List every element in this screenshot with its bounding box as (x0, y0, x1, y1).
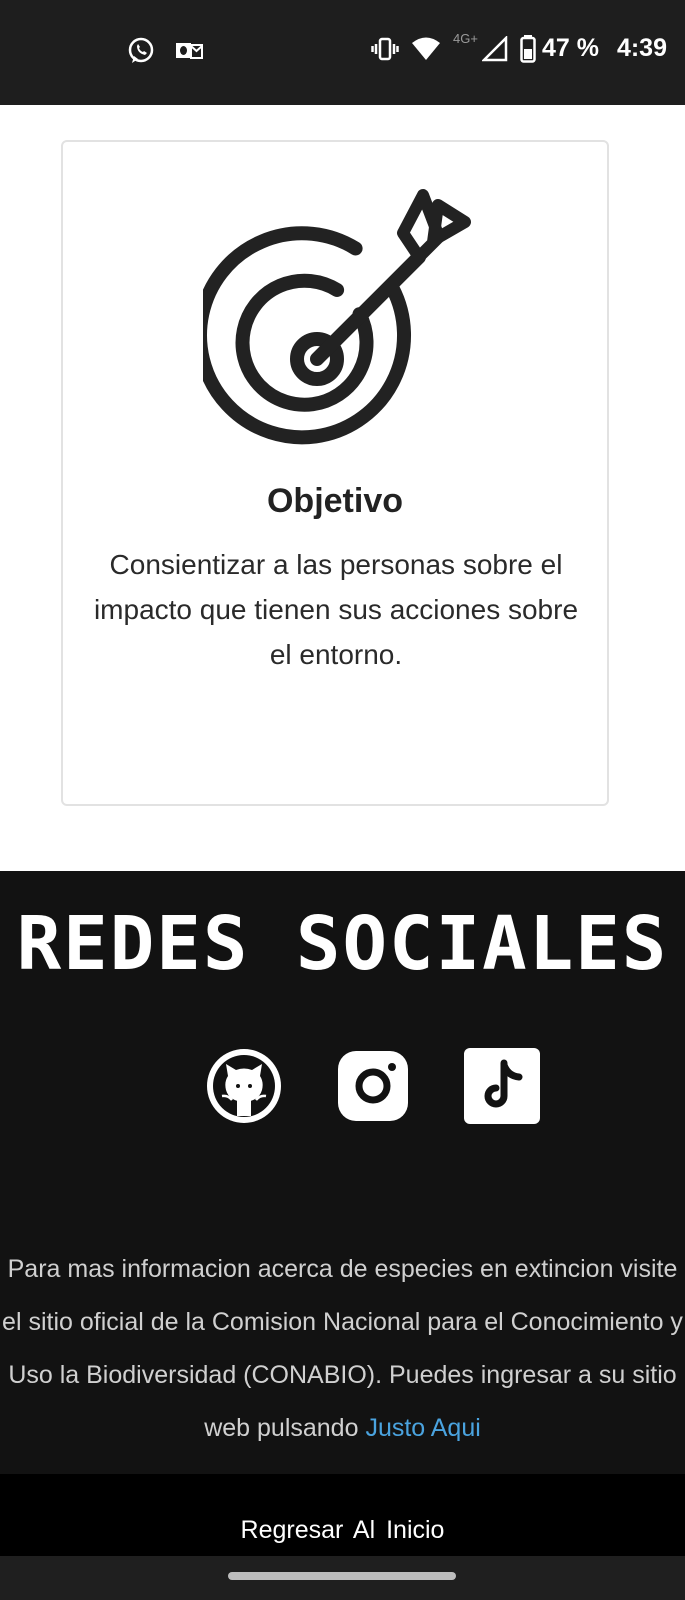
objective-card: Objetivo Consientizar a las personas sob… (61, 140, 609, 806)
tiktok-icon (464, 1048, 540, 1124)
social-heading: REDES SOCIALES (16, 901, 669, 987)
card-title: Objetivo (266, 482, 404, 520)
vibrate-icon (371, 37, 399, 60)
outlook-icon (176, 43, 203, 59)
info-paragraph: Para mas informacion acerca de especies … (0, 1243, 685, 1455)
card-description: Consientizar a las personas sobre el imp… (93, 549, 579, 670)
clock: 4:39 (616, 34, 667, 62)
github-icon (207, 1049, 281, 1123)
back-to-home-link[interactable]: Regresar Al Inicio (0, 1516, 685, 1545)
system-icons: 4G+ 47 % 4:39 (371, 31, 667, 63)
tiktok-link[interactable] (462, 1046, 542, 1126)
network-type-label: 4G+ (453, 31, 478, 46)
info-text: Para mas informacion acerca de especies … (2, 1255, 683, 1442)
battery-level: 47 % (541, 34, 599, 62)
github-link[interactable] (204, 1046, 284, 1126)
instagram-icon (338, 1051, 408, 1121)
bottom-bar: Regresar Al Inicio (0, 1474, 685, 1600)
instagram-link[interactable] (333, 1046, 413, 1126)
battery-icon (520, 34, 536, 63)
signal-icon (481, 35, 508, 61)
conabio-link[interactable]: Justo Aqui (365, 1414, 480, 1442)
main-content: Objetivo Consientizar a las personas sob… (0, 105, 685, 871)
status-bar: 4G+ 47 % 4:39 (0, 0, 685, 105)
social-section: REDES SOCIALES Para mas informacion acer… (0, 871, 685, 1474)
social-links (0, 1046, 685, 1126)
target-arrow-icon (203, 189, 471, 445)
home-gesture-handle[interactable] (228, 1572, 456, 1580)
navigation-bar (0, 1556, 685, 1600)
whatsapp-icon (128, 37, 154, 63)
notification-icons (126, 36, 204, 66)
wifi-icon (412, 37, 441, 60)
